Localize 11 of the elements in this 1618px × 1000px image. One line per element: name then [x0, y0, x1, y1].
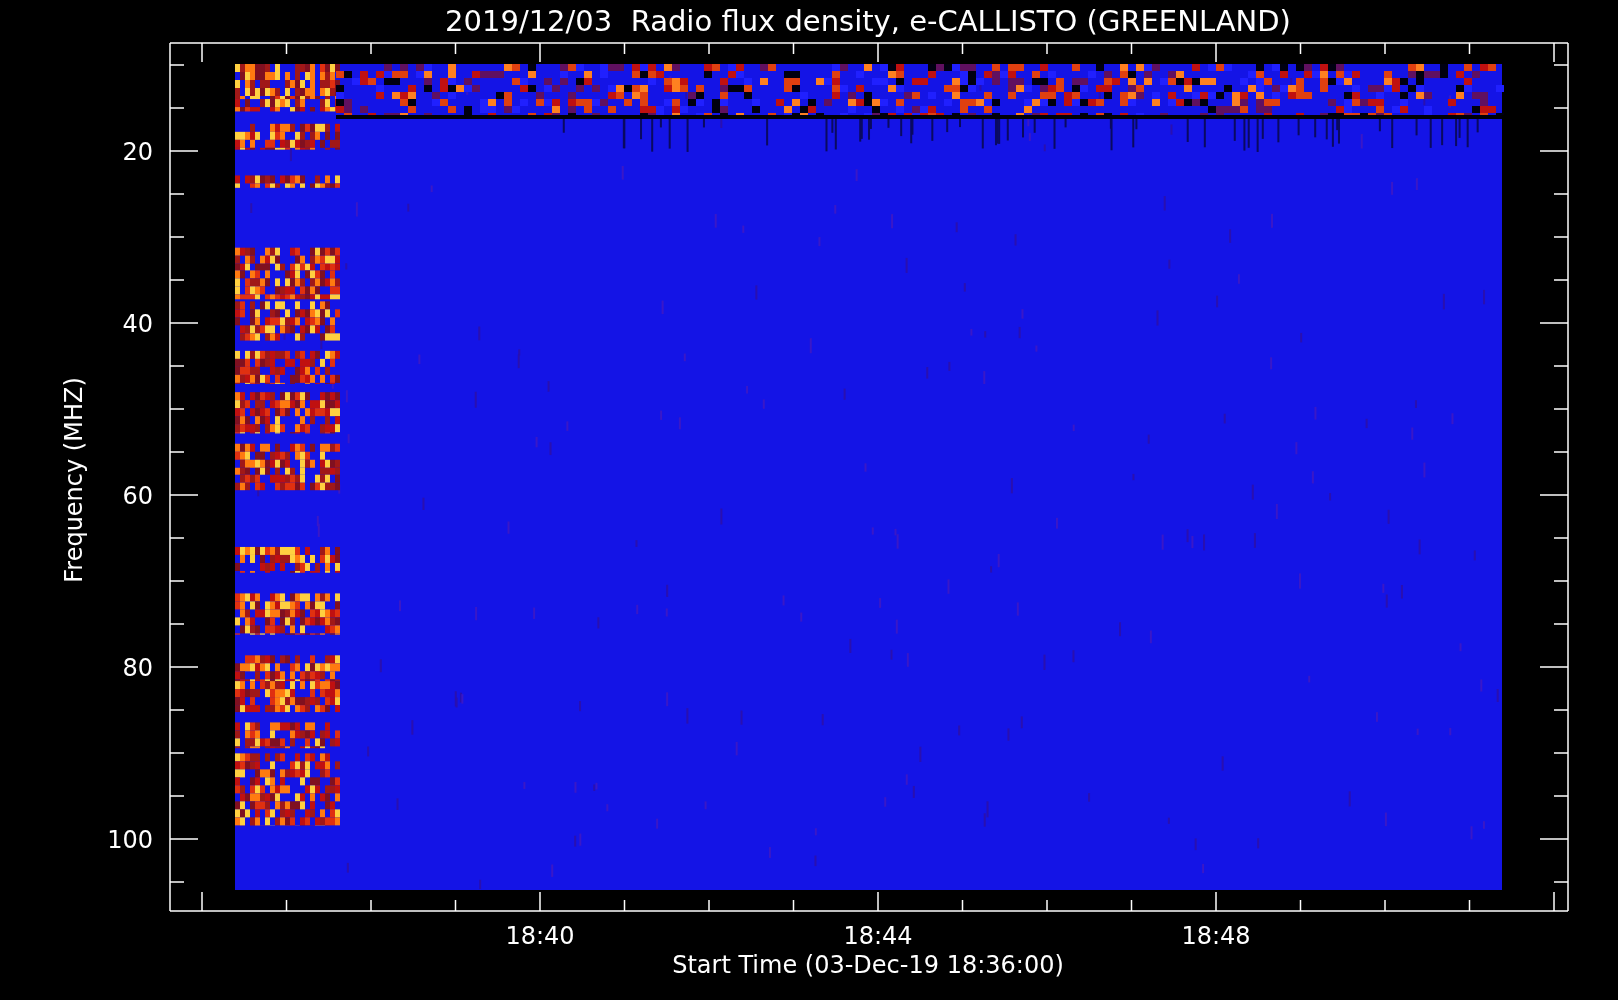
y-tick-label: 20 [122, 138, 153, 166]
y-axis-title: Frequency (MHZ) [60, 377, 88, 583]
y-tick-label: 60 [122, 482, 153, 510]
y-tick-label: 80 [122, 654, 153, 682]
y-tick-label: 40 [122, 310, 153, 338]
x-tick-label: 18:48 [1181, 922, 1251, 950]
x-tick-label: 18:44 [843, 922, 913, 950]
chart-title: 2019/12/03 Radio flux density, e-CALLISTO (GREENLAND) [445, 4, 1291, 38]
y-tick-label: 100 [107, 826, 153, 854]
x-axis-title: Start Time (03-Dec-19 18:36:00) [672, 951, 1064, 979]
x-tick-label: 18:40 [505, 922, 575, 950]
